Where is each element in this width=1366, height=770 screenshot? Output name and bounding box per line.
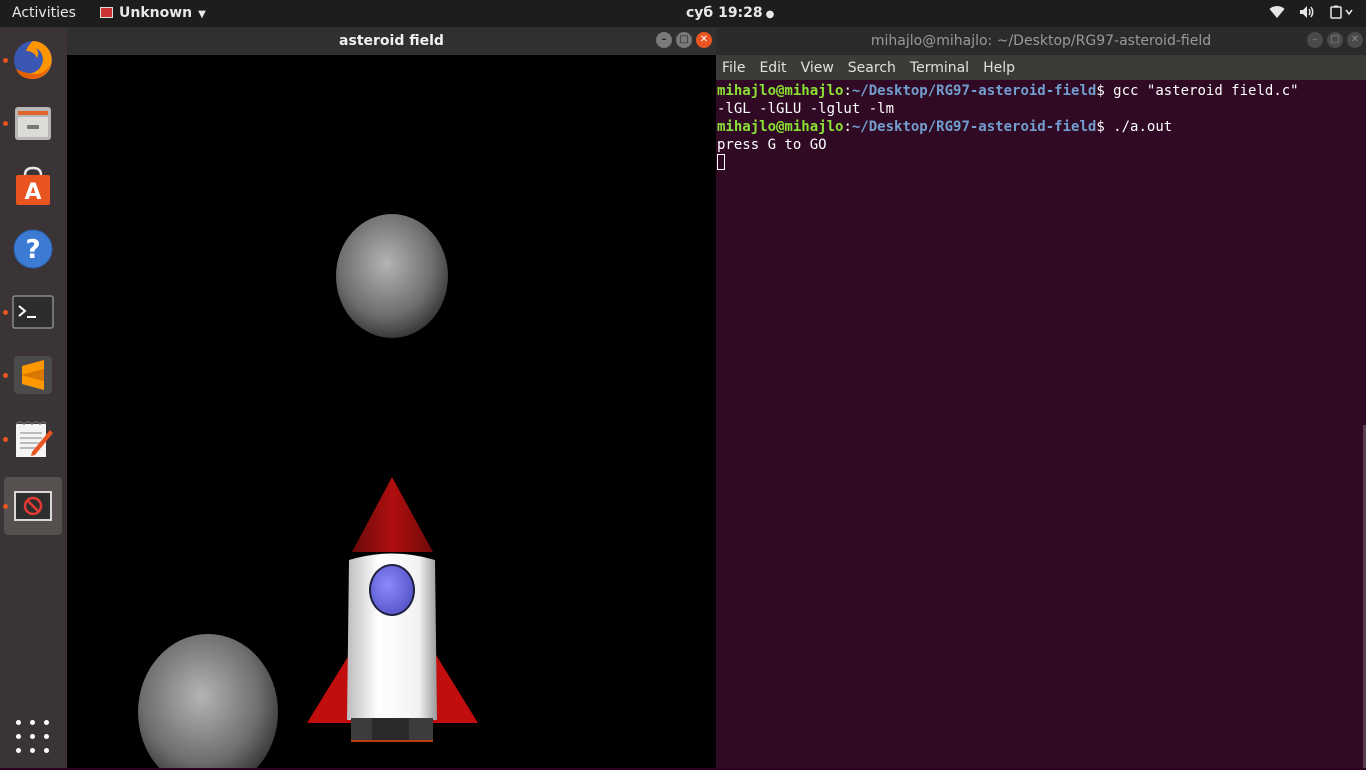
menu-terminal[interactable]: Terminal — [910, 60, 969, 76]
menu-search[interactable]: Search — [848, 60, 896, 76]
program-output: press G to GO — [717, 137, 827, 153]
menu-help[interactable]: Help — [983, 60, 1015, 76]
prompt-end: $ — [1096, 119, 1114, 135]
help-icon: ? — [13, 229, 53, 269]
dock-item-firefox[interactable] — [3, 31, 62, 89]
clock-label: суб 19:28 — [686, 5, 763, 21]
sublime-text-icon — [14, 356, 52, 394]
terminal-line: mihajlo@mihajlo:~/Desktop/RG97-asteroid-… — [717, 118, 1353, 136]
wifi-icon[interactable] — [1269, 5, 1285, 23]
terminal-window[interactable]: mihajlo@mihajlo: ~/Desktop/RG97-asteroid… — [716, 27, 1366, 768]
notification-dot-icon: ● — [765, 9, 775, 20]
command-continuation: -lGL -lGLU -lglut -lm — [717, 101, 895, 117]
terminal-line: mihajlo@mihajlo:~/Desktop/RG97-asteroid-… — [717, 82, 1353, 100]
running-indicator — [3, 373, 8, 378]
menu-view[interactable]: View — [801, 60, 834, 76]
clock[interactable]: суб 19:28 ● — [686, 5, 774, 21]
unknown-app-icon — [14, 491, 52, 521]
prompt-separator: : — [843, 119, 852, 135]
prompt-user: mihajlo@mihajlo — [717, 119, 844, 135]
dock: A ? — [0, 27, 67, 768]
terminal-titlebar[interactable]: mihajlo@mihajlo: ~/Desktop/RG97-asteroid… — [716, 27, 1366, 55]
maximize-button[interactable]: □ — [676, 32, 692, 48]
system-menu-icon[interactable] — [1330, 5, 1354, 23]
menu-file[interactable]: File — [722, 60, 745, 76]
terminal-output[interactable]: mihajlo@mihajlo:~/Desktop/RG97-asteroid-… — [716, 80, 1353, 770]
prompt-user: mihajlo@mihajlo — [717, 83, 844, 99]
game-window[interactable]: asteroid field – □ ✕ — [67, 27, 716, 768]
rocket — [307, 477, 478, 742]
terminal-line — [717, 154, 1353, 172]
app-menu-icon — [100, 7, 113, 18]
svg-text:A: A — [24, 180, 41, 205]
prompt-path: ~/Desktop/RG97-asteroid-field — [851, 83, 1097, 99]
close-button[interactable]: ✕ — [1347, 32, 1363, 48]
game-window-title: asteroid field — [339, 33, 444, 49]
apps-grid-icon[interactable] — [16, 720, 49, 753]
prompt-path: ~/Desktop/RG97-asteroid-field — [851, 119, 1097, 135]
menu-edit[interactable]: Edit — [759, 60, 786, 76]
activities-button[interactable]: Activities — [12, 5, 76, 21]
software-center-icon: A — [16, 166, 50, 205]
dock-item-files[interactable] — [3, 94, 62, 152]
svg-text:?: ? — [25, 235, 40, 265]
text-cursor — [717, 154, 725, 170]
text-editor-icon — [15, 421, 53, 457]
dock-item-software[interactable]: A — [4, 157, 62, 215]
dock-item-text-editor[interactable] — [3, 410, 62, 468]
terminal-icon — [12, 295, 54, 329]
dock-item-unknown-app[interactable] — [3, 477, 62, 535]
running-indicator — [3, 310, 8, 315]
terminal-line: -lGL -lGLU -lglut -lm — [717, 100, 1353, 118]
dock-item-help[interactable]: ? — [4, 220, 62, 278]
game-canvas[interactable] — [67, 55, 716, 768]
game-titlebar[interactable]: asteroid field – □ ✕ — [67, 27, 716, 55]
firefox-icon — [14, 41, 52, 79]
running-indicator — [3, 58, 8, 63]
app-menu-label: Unknown — [119, 5, 193, 21]
command-text: gcc "asteroid field.c" — [1113, 83, 1299, 99]
chevron-down-icon: ▼ — [198, 9, 206, 20]
running-indicator — [3, 504, 8, 509]
top-bar: Activities Unknown ▼ суб 19:28 ● — [0, 0, 1366, 27]
app-menu[interactable]: Unknown ▼ — [100, 5, 206, 21]
terminal-menubar: File Edit View Search Terminal Help — [716, 55, 1366, 80]
minimize-button[interactable]: – — [656, 32, 672, 48]
asteroid — [138, 634, 278, 768]
asteroid — [336, 214, 448, 338]
volume-icon[interactable] — [1299, 5, 1316, 23]
command-text: ./a.out — [1113, 119, 1173, 135]
maximize-button[interactable]: □ — [1327, 32, 1343, 48]
minimize-button[interactable]: – — [1307, 32, 1323, 48]
dock-item-sublime[interactable] — [3, 346, 62, 404]
running-indicator — [3, 437, 8, 442]
terminal-line: press G to GO — [717, 136, 1353, 154]
prompt-end: $ — [1096, 83, 1114, 99]
prompt-separator: : — [843, 83, 852, 99]
close-button[interactable]: ✕ — [696, 32, 712, 48]
dock-item-terminal[interactable] — [3, 283, 62, 341]
running-indicator — [3, 121, 8, 126]
files-icon — [15, 107, 51, 140]
terminal-window-title: mihajlo@mihajlo: ~/Desktop/RG97-asteroid… — [870, 33, 1212, 49]
system-tray[interactable] — [1269, 4, 1354, 24]
